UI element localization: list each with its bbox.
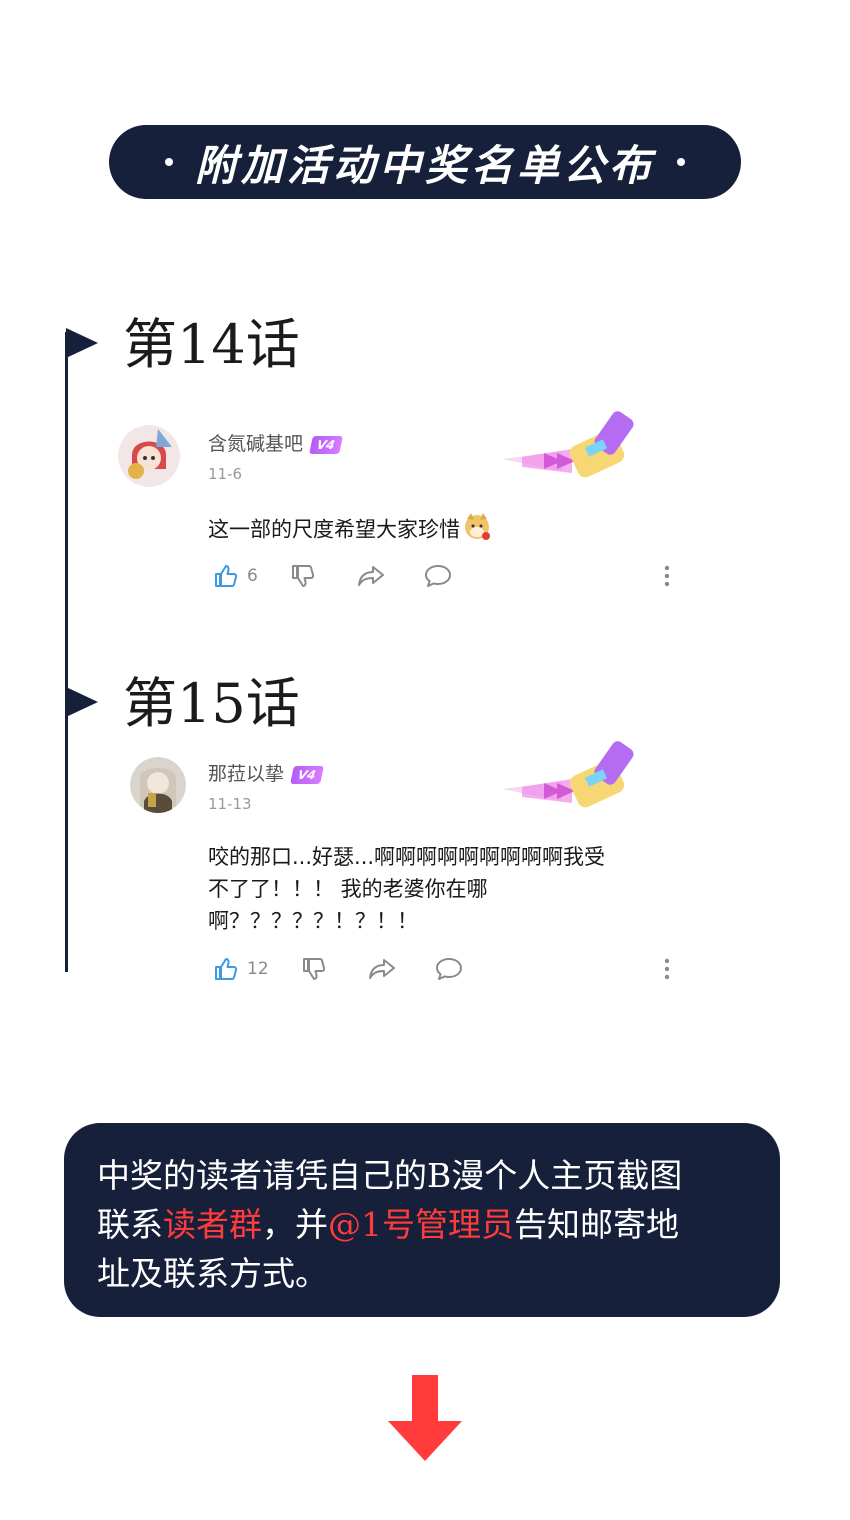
username-text[interactable]: 那菈以挚 xyxy=(208,763,284,785)
comment-text-line: 啊？？？？？！？！！ xyxy=(208,909,418,933)
username-text[interactable]: 含氮碱基吧 xyxy=(208,433,303,455)
reply-icon xyxy=(435,956,463,982)
avatar[interactable] xyxy=(118,425,180,487)
like-count: 12 xyxy=(247,959,269,979)
timeline-marker xyxy=(66,328,98,358)
notice-line: 址及联系方式。 xyxy=(97,1254,328,1293)
username[interactable]: 含氮碱基吧 V4 xyxy=(208,429,343,456)
share-button[interactable] xyxy=(357,563,385,589)
like-button[interactable]: 6 xyxy=(213,563,258,589)
comment-text: 咬的那口...好瑟...啊啊啊啊啊啊啊啊啊我受 不了了！！！ 我的老婆你在哪 啊… xyxy=(208,841,678,937)
comment-date: 11-13 xyxy=(208,795,252,813)
vip-badge: V4 xyxy=(290,765,324,784)
thumbs-down-icon xyxy=(290,563,316,589)
reply-icon xyxy=(424,563,452,589)
dislike-button[interactable] xyxy=(301,956,327,982)
comment-card: 那菈以挚 V4 11-13 咬的那口...好瑟...啊啊啊啊啊啊啊啊啊我受 不了了… xyxy=(118,741,678,990)
notice-text: ，并 xyxy=(262,1205,328,1244)
page-title: 附加活动中奖名单公布 xyxy=(194,140,655,190)
page: 附加活动中奖名单公布 第14话 第15话 含氮碱基吧 V4 11-6 这一部的尺… xyxy=(0,0,850,1520)
thumbs-up-icon xyxy=(213,956,239,982)
like-button[interactable]: 12 xyxy=(213,956,269,982)
admin-highlight: @1号管理员 xyxy=(328,1205,514,1244)
arrow-down-icon xyxy=(388,1375,462,1465)
comment-actions: 12 xyxy=(208,956,678,986)
comment-text: 这一部的尺度希望大家珍惜 xyxy=(208,511,678,550)
more-icon xyxy=(664,565,670,591)
share-icon xyxy=(357,563,385,589)
share-icon xyxy=(368,956,396,982)
paintbrush-decoration xyxy=(502,737,642,817)
notice-box: 中奖的读者请凭自己的B漫个人主页截图 联系读者群，并@1号管理员告知邮寄地 址及… xyxy=(64,1123,780,1317)
notice-text: 告知邮寄地 xyxy=(514,1205,679,1244)
comment-text-line: 不了了！！！ 我的老婆你在哪 xyxy=(208,877,488,901)
comment-date: 11-6 xyxy=(208,465,243,483)
doge-emoji-icon xyxy=(462,511,492,550)
title-dot-right xyxy=(677,158,685,166)
reply-button[interactable] xyxy=(435,956,463,982)
like-count: 6 xyxy=(247,566,258,586)
reader-group-highlight: 读者群 xyxy=(163,1205,262,1244)
timeline-marker xyxy=(66,687,98,717)
episode-title: 第14话 xyxy=(123,313,300,376)
notice-text: 联系 xyxy=(97,1205,163,1244)
thumbs-up-icon xyxy=(213,563,239,589)
title-dot-left xyxy=(164,158,173,166)
more-button[interactable] xyxy=(664,958,670,984)
comment-text-line: 咬的那口...好瑟...啊啊啊啊啊啊啊啊啊我受 xyxy=(208,845,606,869)
paintbrush-decoration xyxy=(502,407,642,487)
notice-line: 联系读者群，并@1号管理员告知邮寄地 xyxy=(97,1200,750,1249)
more-button[interactable] xyxy=(664,565,670,591)
comment-text-content: 这一部的尺度希望大家珍惜 xyxy=(208,517,460,542)
vip-badge: V4 xyxy=(309,435,343,454)
avatar[interactable] xyxy=(130,757,186,813)
comment-card: 含氮碱基吧 V4 11-6 这一部的尺度希望大家珍惜 6 xyxy=(118,411,678,595)
episode-title: 第15话 xyxy=(123,672,300,735)
thumbs-down-icon xyxy=(301,956,327,982)
more-icon xyxy=(664,958,670,984)
timeline-line xyxy=(65,332,68,972)
username[interactable]: 那菈以挚 V4 xyxy=(208,759,324,786)
notice-line: 中奖的读者请凭自己的B漫个人主页截图 xyxy=(97,1156,683,1195)
share-button[interactable] xyxy=(368,956,396,982)
reply-button[interactable] xyxy=(424,563,452,589)
dislike-button[interactable] xyxy=(290,563,316,589)
title-banner: 附加活动中奖名单公布 xyxy=(109,125,741,199)
comment-actions: 6 xyxy=(208,563,678,593)
